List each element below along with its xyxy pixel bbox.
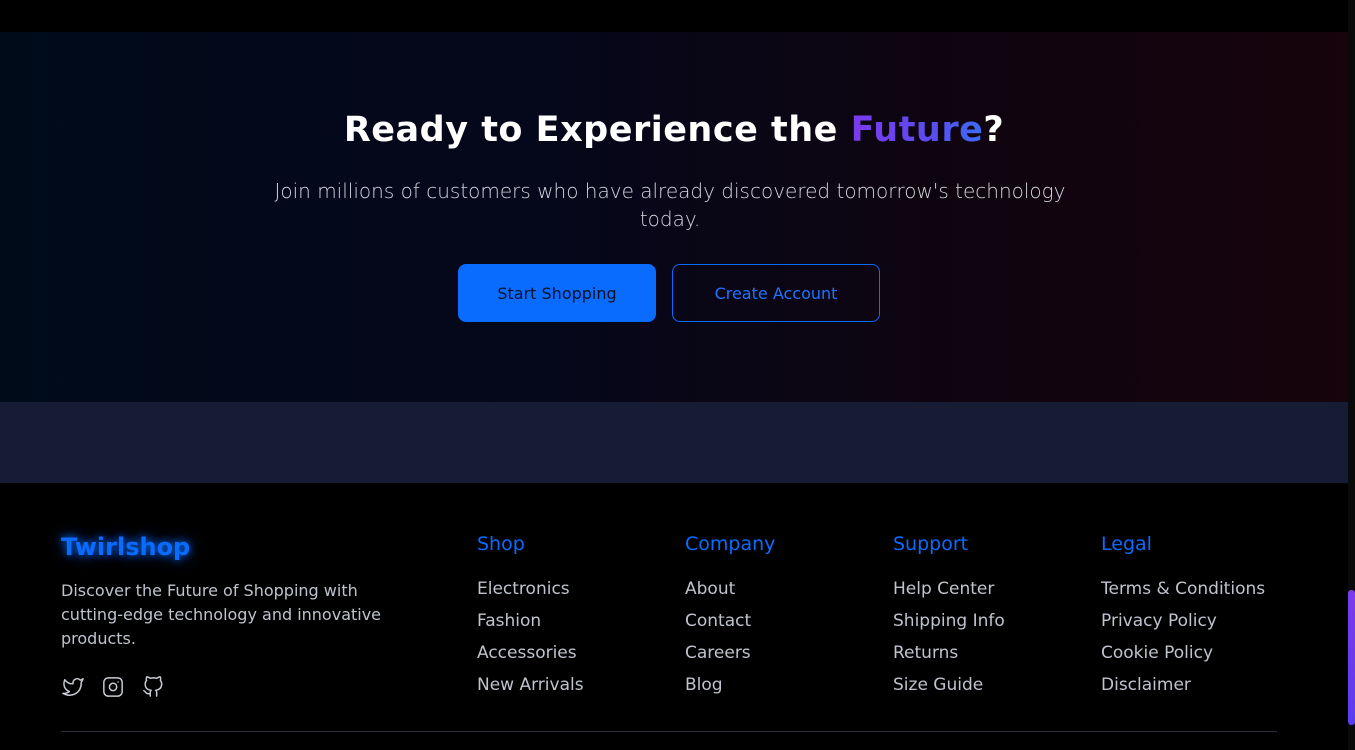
github-icon[interactable]: [141, 675, 165, 699]
footer-link-careers[interactable]: Careers: [685, 637, 775, 669]
cta-title: Ready to Experience the Future?: [0, 110, 1348, 150]
page: Ready to Experience the Future? Join mil…: [0, 0, 1355, 750]
footer-link-blog[interactable]: Blog: [685, 669, 775, 701]
footer: Twirlshop Discover the Future of Shoppin…: [0, 483, 1348, 750]
footer-column-title: Support: [893, 533, 969, 555]
top-strip: [0, 0, 1348, 32]
footer-link-accessories[interactable]: Accessories: [477, 637, 584, 669]
footer-column-company: Company About Contact Careers Blog: [685, 533, 775, 701]
footer-column-title: Shop: [477, 533, 525, 555]
footer-link-list: Electronics Fashion Accessories New Arri…: [477, 573, 584, 701]
footer-link-shipping-info[interactable]: Shipping Info: [893, 605, 1005, 637]
footer-link-returns[interactable]: Returns: [893, 637, 1005, 669]
footer-brand-logo[interactable]: Twirlshop: [61, 533, 190, 561]
cta-section: Ready to Experience the Future? Join mil…: [0, 32, 1348, 402]
create-account-button[interactable]: Create Account: [672, 264, 880, 322]
footer-link-terms[interactable]: Terms & Conditions: [1101, 573, 1265, 605]
cta-subtitle: Join millions of customers who have alre…: [274, 179, 1066, 231]
footer-column-title: Legal: [1101, 533, 1152, 555]
footer-link-help-center[interactable]: Help Center: [893, 573, 1005, 605]
footer-link-size-guide[interactable]: Size Guide: [893, 669, 1005, 701]
footer-column-shop: Shop Electronics Fashion Accessories New…: [477, 533, 584, 701]
footer-link-about[interactable]: About: [685, 573, 775, 605]
cta-title-end: ?: [983, 110, 1005, 150]
twitter-icon[interactable]: [61, 675, 85, 699]
footer-link-electronics[interactable]: Electronics: [477, 573, 584, 605]
footer-link-cookie[interactable]: Cookie Policy: [1101, 637, 1265, 669]
social-links: [61, 675, 165, 699]
footer-link-list: About Contact Careers Blog: [685, 573, 775, 701]
footer-link-privacy[interactable]: Privacy Policy: [1101, 605, 1265, 637]
footer-brand-description: Discover the Future of Shopping with cut…: [61, 581, 382, 648]
cta-title-main: Ready to Experience the: [343, 110, 851, 150]
footer-link-list: Help Center Shipping Info Returns Size G…: [893, 573, 1005, 701]
footer-link-list: Terms & Conditions Privacy Policy Cookie…: [1101, 573, 1265, 701]
cta-title-accent: Future: [850, 110, 984, 150]
instagram-icon[interactable]: [101, 675, 125, 699]
footer-link-new-arrivals[interactable]: New Arrivals: [477, 669, 584, 701]
scrollbar-thumb[interactable]: [1348, 590, 1355, 725]
footer-column-title: Company: [685, 533, 776, 555]
footer-column-legal: Legal Terms & Conditions Privacy Policy …: [1101, 533, 1265, 701]
footer-divider: [61, 731, 1277, 732]
footer-link-disclaimer[interactable]: Disclaimer: [1101, 669, 1265, 701]
footer-column-support: Support Help Center Shipping Info Return…: [893, 533, 1005, 701]
footer-link-fashion[interactable]: Fashion: [477, 605, 584, 637]
footer-link-contact[interactable]: Contact: [685, 605, 775, 637]
start-shopping-button[interactable]: Start Shopping: [458, 264, 656, 322]
divider-band: [0, 402, 1348, 483]
